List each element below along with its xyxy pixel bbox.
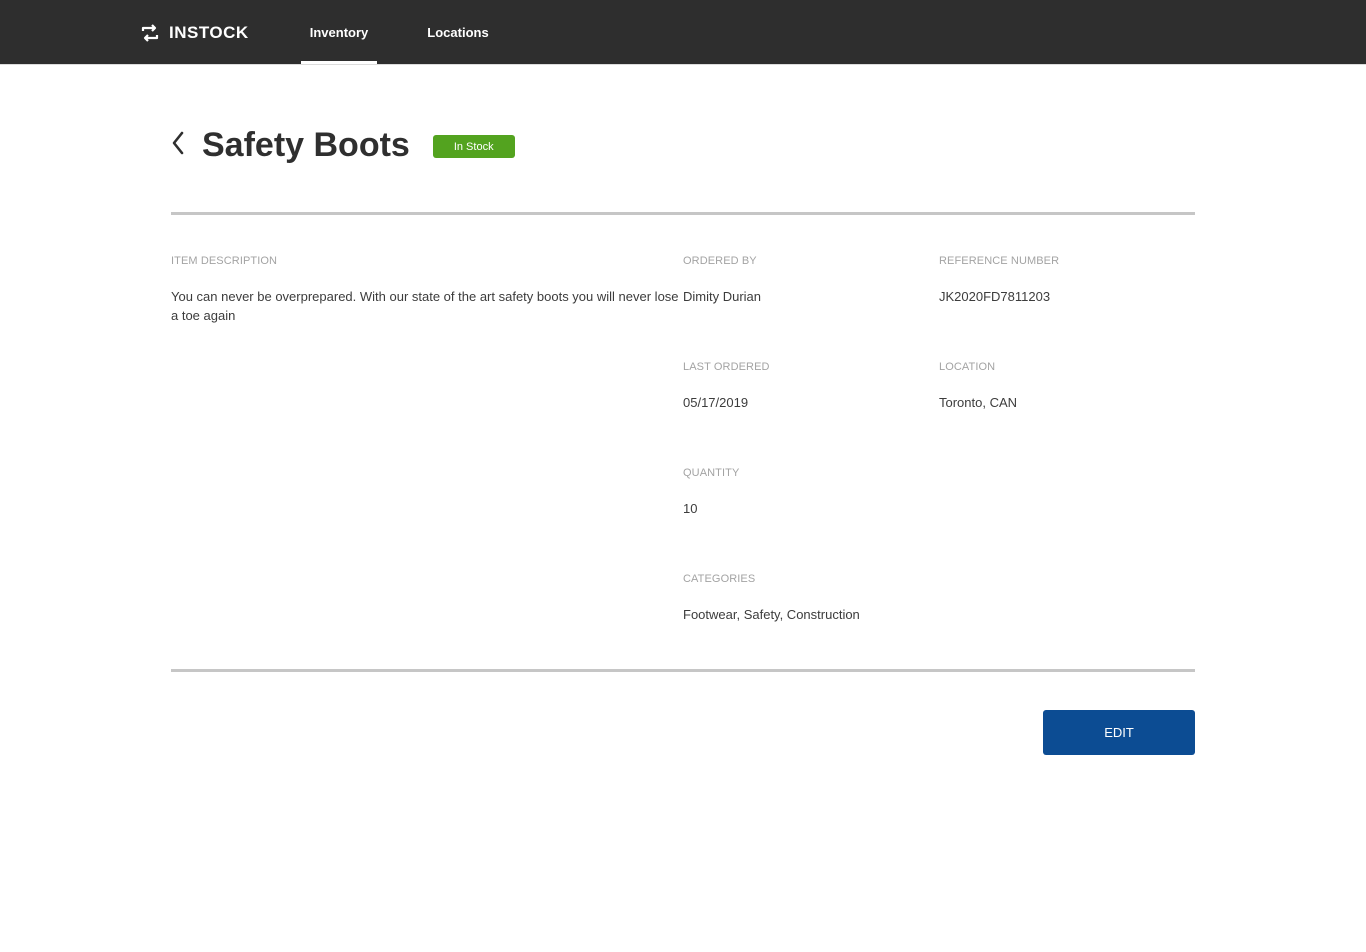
categories-value: Footwear, Safety, Construction [683,607,860,622]
quantity-label: QUANTITY [683,467,740,479]
status-badge: In Stock [432,135,515,158]
divider-bottom [171,669,1195,672]
quantity-value: 10 [683,501,698,516]
ordered-by-value: Dimity Durian [683,289,762,304]
back-button[interactable] [171,131,189,159]
location-label: LOCATION [939,361,996,373]
item-description-value: You can never be overprepared. With our … [171,289,679,323]
last-ordered-label: LAST ORDERED [683,361,770,373]
brand-logo[interactable]: INSTOCK [140,22,249,44]
chevron-left-icon [171,131,185,160]
location-value: Toronto, CAN [939,395,1018,410]
categories-label: CATEGORIES [683,573,756,585]
edit-button[interactable]: EDIT [1043,710,1195,755]
item-header: Safety Boots In Stock [171,122,515,168]
reference-number-label: REFERENCE NUMBER [939,255,1060,267]
page-title: Safety Boots [202,126,410,164]
tab-inventory[interactable]: Inventory [301,0,377,64]
divider-top [171,212,1195,215]
item-description-label: ITEM DESCRIPTION [171,255,278,267]
brand-name: INSTOCK [169,23,249,42]
top-navigation-bar: INSTOCK Inventory Locations [0,0,1366,65]
reference-number-value: JK2020FD7811203 [939,289,1051,304]
swap-arrows-icon [140,24,160,42]
ordered-by-label: ORDERED BY [683,255,757,267]
tab-locations[interactable]: Locations [420,0,496,64]
last-ordered-value: 05/17/2019 [683,395,749,410]
